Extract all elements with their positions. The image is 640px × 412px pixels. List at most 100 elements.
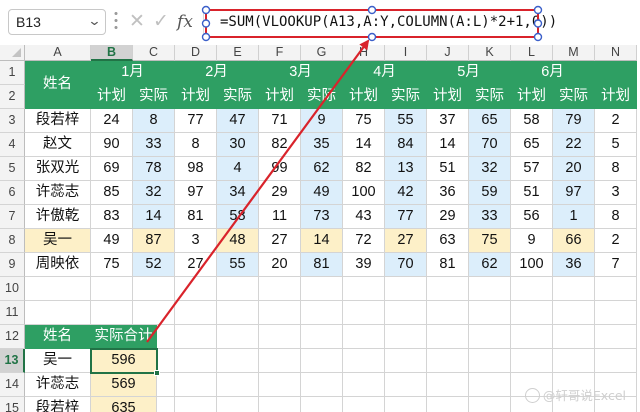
plan-value-cell[interactable]: 83 bbox=[91, 205, 133, 229]
row-header-11[interactable]: 11 bbox=[0, 301, 25, 325]
empty-cell[interactable] bbox=[259, 277, 301, 301]
column-header-j[interactable]: J bbox=[427, 45, 469, 61]
row-header-12[interactable]: 12 bbox=[0, 325, 25, 349]
actual-value-cell[interactable]: 27 bbox=[385, 229, 427, 253]
empty-cell[interactable] bbox=[343, 349, 385, 373]
empty-cell[interactable] bbox=[175, 325, 217, 349]
empty-cell[interactable] bbox=[427, 397, 469, 412]
empty-cell[interactable] bbox=[133, 301, 175, 325]
plan-value-cell[interactable]: 3 bbox=[595, 181, 637, 205]
actual-value-cell[interactable]: 70 bbox=[385, 253, 427, 277]
column-header-i[interactable]: I bbox=[385, 45, 427, 61]
plan-value-cell[interactable]: 29 bbox=[427, 205, 469, 229]
empty-cell[interactable] bbox=[469, 301, 511, 325]
name-cell[interactable]: 周映依 bbox=[25, 253, 91, 277]
plan-value-cell[interactable]: 71 bbox=[259, 109, 301, 133]
plan-value-cell[interactable]: 51 bbox=[427, 157, 469, 181]
plan-value-cell[interactable]: 58 bbox=[511, 109, 553, 133]
actual-value-cell[interactable]: 13 bbox=[385, 157, 427, 181]
empty-cell[interactable] bbox=[301, 349, 343, 373]
actual-value-cell[interactable]: 14 bbox=[301, 229, 343, 253]
empty-cell[interactable] bbox=[25, 301, 91, 325]
plan-header-cell[interactable]: 计划 bbox=[511, 85, 553, 109]
empty-cell[interactable] bbox=[427, 277, 469, 301]
row-header-5[interactable]: 5 bbox=[0, 157, 25, 181]
empty-cell[interactable] bbox=[217, 277, 259, 301]
plan-value-cell[interactable]: 85 bbox=[91, 181, 133, 205]
fill-handle[interactable] bbox=[154, 370, 160, 376]
plan-value-cell[interactable]: 36 bbox=[427, 181, 469, 205]
row-header-6[interactable]: 6 bbox=[0, 181, 25, 205]
empty-cell[interactable] bbox=[427, 301, 469, 325]
actual-value-cell[interactable]: 87 bbox=[133, 229, 175, 253]
row-header-4[interactable]: 4 bbox=[0, 133, 25, 157]
name-box[interactable]: B13 ⌄ bbox=[8, 9, 106, 35]
empty-cell[interactable] bbox=[385, 397, 427, 412]
actual-header-cell[interactable]: 实际 bbox=[553, 85, 595, 109]
empty-cell[interactable] bbox=[343, 325, 385, 349]
empty-cell[interactable] bbox=[385, 301, 427, 325]
chevron-down-icon[interactable]: ⌄ bbox=[87, 13, 101, 29]
empty-cell[interactable] bbox=[343, 277, 385, 301]
actual-header-cell[interactable]: 实际 bbox=[301, 85, 343, 109]
empty-cell[interactable] bbox=[301, 373, 343, 397]
actual-value-cell[interactable]: 84 bbox=[385, 133, 427, 157]
actual-value-cell[interactable]: 73 bbox=[301, 205, 343, 229]
result-total-cell[interactable]: 635 bbox=[91, 397, 157, 412]
plan-value-cell[interactable]: 49 bbox=[91, 229, 133, 253]
empty-cell[interactable] bbox=[511, 349, 553, 373]
plan-header-cell[interactable]: 计划 bbox=[427, 85, 469, 109]
plan-header-cell[interactable]: 计划 bbox=[595, 85, 637, 109]
actual-value-cell[interactable]: 4 bbox=[217, 157, 259, 181]
empty-cell[interactable] bbox=[259, 325, 301, 349]
column-header-d[interactable]: D bbox=[175, 45, 217, 61]
plan-value-cell[interactable]: 90 bbox=[91, 133, 133, 157]
plan-value-cell[interactable]: 9 bbox=[511, 229, 553, 253]
result-name-cell[interactable]: 许蕊志 bbox=[25, 373, 91, 397]
plan-value-cell[interactable]: 82 bbox=[343, 157, 385, 181]
plan-value-cell[interactable]: 51 bbox=[511, 181, 553, 205]
empty-cell[interactable] bbox=[595, 325, 637, 349]
actual-value-cell[interactable]: 33 bbox=[469, 205, 511, 229]
actual-value-cell[interactable]: 79 bbox=[553, 109, 595, 133]
empty-cell[interactable] bbox=[469, 349, 511, 373]
column-header-b[interactable]: B bbox=[91, 45, 133, 61]
month-header-cell[interactable]: 3月 bbox=[259, 61, 343, 85]
empty-cell[interactable] bbox=[427, 325, 469, 349]
empty-cell[interactable] bbox=[133, 277, 175, 301]
actual-value-cell[interactable]: 48 bbox=[217, 229, 259, 253]
actual-header-cell[interactable]: 实际 bbox=[217, 85, 259, 109]
empty-cell[interactable] bbox=[553, 301, 595, 325]
plan-value-cell[interactable]: 27 bbox=[259, 229, 301, 253]
name-cell[interactable]: 赵文 bbox=[25, 133, 91, 157]
plan-header-cell[interactable]: 计划 bbox=[259, 85, 301, 109]
empty-cell[interactable] bbox=[595, 349, 637, 373]
plan-value-cell[interactable]: 14 bbox=[343, 133, 385, 157]
month-header-cell[interactable]: 2月 bbox=[175, 61, 259, 85]
plan-value-cell[interactable]: 98 bbox=[175, 157, 217, 181]
empty-cell[interactable] bbox=[343, 373, 385, 397]
row-header-9[interactable]: 9 bbox=[0, 253, 25, 277]
empty-cell[interactable] bbox=[259, 301, 301, 325]
empty-cell[interactable] bbox=[343, 397, 385, 412]
empty-cell[interactable] bbox=[553, 349, 595, 373]
actual-value-cell[interactable]: 33 bbox=[133, 133, 175, 157]
plan-value-cell[interactable]: 75 bbox=[343, 109, 385, 133]
empty-cell[interactable] bbox=[595, 301, 637, 325]
empty-cell[interactable] bbox=[427, 349, 469, 373]
actual-value-cell[interactable]: 97 bbox=[553, 181, 595, 205]
drag-handle-icon[interactable] bbox=[114, 10, 118, 32]
actual-value-cell[interactable]: 32 bbox=[469, 157, 511, 181]
actual-value-cell[interactable]: 62 bbox=[301, 157, 343, 181]
plan-value-cell[interactable]: 3 bbox=[175, 229, 217, 253]
column-header-m[interactable]: M bbox=[553, 45, 595, 61]
plan-value-cell[interactable]: 82 bbox=[259, 133, 301, 157]
actual-value-cell[interactable]: 55 bbox=[217, 253, 259, 277]
plan-value-cell[interactable]: 100 bbox=[343, 181, 385, 205]
insert-function-icon[interactable]: fx bbox=[174, 8, 196, 36]
actual-value-cell[interactable]: 30 bbox=[217, 133, 259, 157]
empty-cell[interactable] bbox=[469, 277, 511, 301]
plan-value-cell[interactable]: 24 bbox=[91, 109, 133, 133]
plan-value-cell[interactable]: 81 bbox=[427, 253, 469, 277]
empty-cell[interactable] bbox=[217, 325, 259, 349]
